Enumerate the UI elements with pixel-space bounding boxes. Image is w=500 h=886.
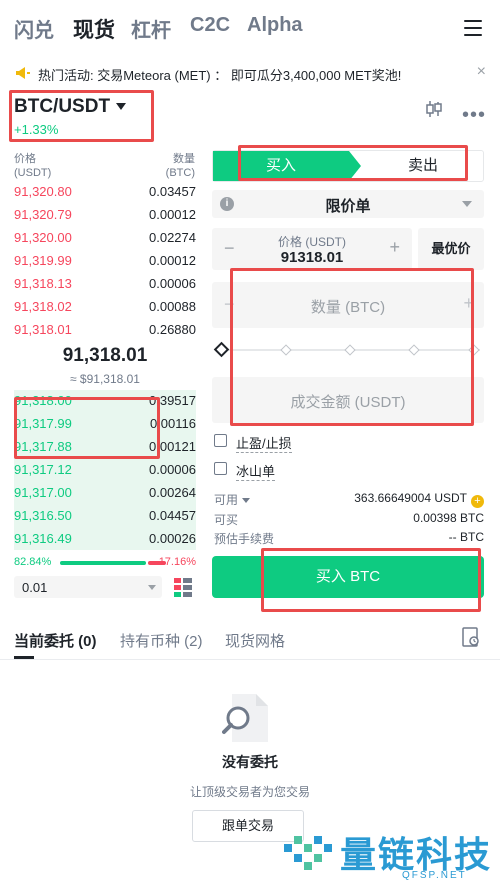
bid-row[interactable]: 91,317.12 0.00006 [14, 459, 196, 481]
sell-ratio: 17.16% [158, 556, 196, 568]
tab-alpha[interactable]: Alpha [247, 14, 303, 37]
announcement-text: 热门活动: 交易Meteora (MET) ： 即可瓜分3,400,000 ME… [38, 68, 402, 83]
bid-row[interactable]: 91,316.50 0.04457 [14, 505, 196, 527]
close-icon[interactable]: × [477, 63, 486, 81]
tab-open-orders[interactable]: 当前委托 (0) [14, 630, 97, 651]
buy-sell-toggle: 买入 卖出 [212, 150, 484, 182]
sell-tab[interactable]: 卖出 [361, 151, 485, 181]
depth-precision-select[interactable]: 0.01 [14, 576, 162, 598]
amount-percent-slider[interactable] [213, 341, 480, 359]
slider-step-50 [344, 344, 356, 356]
increase-price-button[interactable]: + [389, 237, 400, 258]
order-type-select[interactable]: i 限价单 [212, 190, 484, 218]
pair-symbol: BTC/USDT [14, 96, 111, 117]
tab-convert[interactable]: 闪兑 [14, 14, 54, 43]
slider-step-25 [280, 344, 292, 356]
top-nav: 闪兑 现货 杠杆 C2C Alpha [0, 0, 500, 56]
caret-down-icon [462, 201, 472, 207]
bid-row[interactable]: 91,317.00 0.00264 [14, 482, 196, 504]
buy-sell-ratio: 82.84% 17.16% [14, 556, 196, 570]
buy-tab[interactable]: 买入 [213, 151, 361, 181]
available-balance: 可用 363.66649004 USDT + [214, 490, 484, 508]
ask-row[interactable]: 91,318.02 0.00088 [14, 296, 196, 318]
price-change: +1.33% [14, 122, 59, 137]
quantity-placeholder: 数量 (BTC) [310, 299, 386, 316]
quantity-input[interactable]: − 数量 (BTC) + [212, 282, 484, 328]
price-input-label: 价格 (USDT) [278, 235, 346, 249]
orderbook-layout-icon[interactable] [174, 577, 192, 597]
orders-tabs: 当前委托 (0) 持有币种 (2) 现货网格 [0, 624, 500, 660]
last-price: 91,318.01 [62, 345, 148, 366]
orderbook-qty-header: 数量 (BTC) [165, 153, 195, 179]
bid-row[interactable]: 91,317.99 0.00116 [14, 413, 196, 435]
active-tab-indicator [14, 656, 34, 659]
ask-row[interactable]: 91,320.79 0.00012 [14, 204, 196, 226]
menu-icon[interactable] [464, 20, 482, 36]
best-price-button[interactable]: 最优价 [418, 228, 484, 270]
bid-row[interactable]: 91,316.49 0.00026 [14, 528, 196, 550]
caret-down-icon [148, 585, 156, 590]
more-options-icon[interactable]: ••• [462, 104, 486, 127]
empty-document-icon [222, 694, 268, 742]
caret-down-icon [242, 498, 251, 504]
ask-row[interactable]: 91,320.00 0.02274 [14, 227, 196, 249]
bid-row[interactable]: 91,318.00 0.39517 [14, 390, 196, 412]
watermark: 量链科技 QFSP.NET [282, 826, 500, 886]
watermark-domain: QFSP.NET [402, 870, 467, 881]
ask-row[interactable]: 91,318.01 0.26880 [14, 319, 196, 341]
bid-row[interactable]: 91,317.88 0.00121 [14, 436, 196, 458]
add-funds-icon[interactable]: + [471, 495, 484, 508]
empty-state-subtitle: 让顶级交易者为您交易 [189, 785, 310, 799]
price-input-value[interactable]: 91318.01 [212, 249, 412, 266]
candlestick-chart-icon[interactable] [424, 99, 444, 119]
watermark-logo-icon [284, 836, 332, 870]
pair-selector[interactable]: BTC/USDT [14, 96, 127, 118]
slider-step-100 [468, 344, 480, 356]
ask-row[interactable]: 91,320.80 0.03457 [14, 181, 196, 203]
empty-state-title: 没有委托 [222, 754, 278, 770]
amount-placeholder: 成交金额 (USDT) [290, 394, 406, 411]
tab-holdings[interactable]: 持有币种 (2) [120, 630, 203, 651]
caret-down-icon [116, 103, 127, 111]
buy-ratio-bar [60, 561, 146, 565]
tab-margin[interactable]: 杠杆 [131, 14, 171, 43]
increase-qty-button[interactable]: + [463, 293, 474, 314]
ask-row[interactable]: 91,319.99 0.00012 [14, 250, 196, 272]
buy-btc-button[interactable]: 买入 BTC [212, 556, 484, 598]
slider-step-75 [408, 344, 420, 356]
price-input[interactable]: − 价格 (USDT) 91318.01 + [212, 228, 412, 270]
max-buy: 可买 0.00398 BTC [214, 511, 484, 527]
last-price-fiat: ≈ $91,318.01 [70, 372, 140, 386]
orderbook-price-header: 价格 (USDT) [14, 153, 52, 179]
ask-row[interactable]: 91,318.13 0.00006 [14, 273, 196, 295]
order-history-icon[interactable] [462, 627, 480, 647]
buy-ratio: 82.84% [14, 556, 52, 568]
tab-spot-grid[interactable]: 现货网格 [225, 630, 285, 651]
tab-c2c[interactable]: C2C [190, 14, 230, 37]
total-amount-input[interactable]: 成交金额 (USDT) [212, 377, 484, 423]
estimated-fee: 预估手续费 -- BTC [214, 530, 484, 546]
slider-handle[interactable] [213, 341, 230, 358]
tab-spot[interactable]: 现货 [73, 14, 115, 44]
announcement-bar[interactable]: 热门活动: 交易Meteora (MET) ： 即可瓜分3,400,000 ME… [0, 62, 500, 84]
megaphone-icon [16, 67, 30, 79]
